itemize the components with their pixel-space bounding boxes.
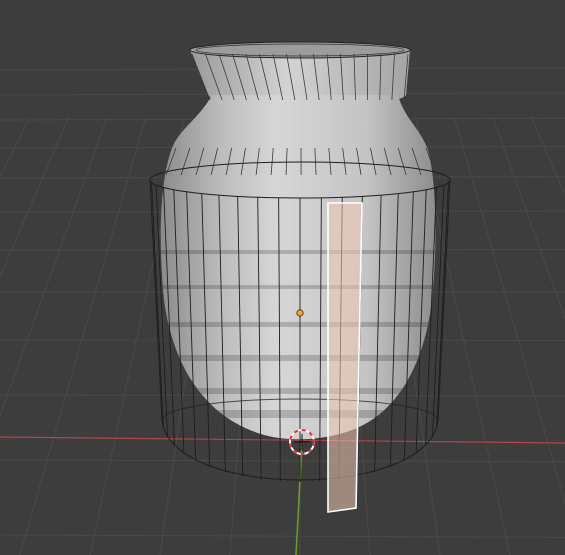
grid-line [0,534,565,538]
viewport-canvas[interactable] [0,0,565,555]
3d-viewport[interactable] [0,0,565,555]
grid-line [0,116,108,418]
grid-line [0,116,70,278]
object-origin-icon [296,309,304,317]
grid-line [453,116,565,505]
vase-body [160,95,436,440]
grid-line [0,116,31,179]
grid-line [492,116,565,320]
y-axis-line [295,441,303,555]
grid-line [530,116,565,197]
grid-line [0,459,565,463]
selected-face[interactable] [327,202,363,513]
grid-line [19,116,147,555]
